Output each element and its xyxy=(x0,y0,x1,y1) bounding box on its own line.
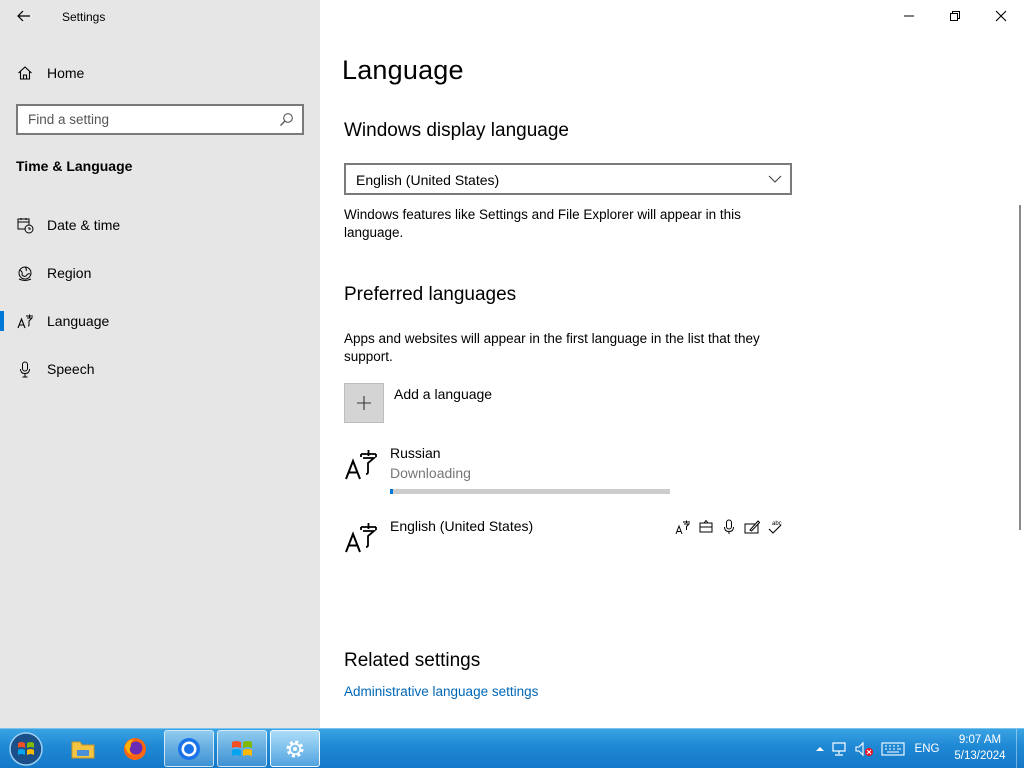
search-input[interactable] xyxy=(18,106,268,133)
plus-icon xyxy=(344,383,384,423)
sidebar-item-speech[interactable]: Speech xyxy=(0,349,320,389)
sidebar-item-label: Date & time xyxy=(47,217,121,233)
display-language-value: English (United States) xyxy=(356,172,500,188)
taskbar-chrome[interactable] xyxy=(164,730,214,767)
sidebar-item-date-time[interactable]: Date & time xyxy=(0,205,320,245)
chrome-icon xyxy=(178,737,200,760)
sidebar-item-label: Home xyxy=(47,65,85,81)
network-icon xyxy=(832,742,846,756)
back-button[interactable] xyxy=(10,6,38,26)
page-title: Language xyxy=(342,55,464,85)
language-feature-icons: abc xyxy=(674,518,784,538)
chevron-up-icon xyxy=(816,747,824,751)
admin-language-settings-link[interactable]: Administrative language settings xyxy=(344,684,538,699)
language-glyph-icon xyxy=(345,523,377,553)
spell-check-icon: abc xyxy=(766,518,784,536)
search-icon xyxy=(280,113,293,126)
taskbar: ENG 9:07 AM 5/13/2024 xyxy=(0,728,1024,768)
folder-icon xyxy=(71,741,95,758)
calendar-clock-icon xyxy=(16,216,34,234)
display-language-description: Windows features like Settings and File … xyxy=(344,207,741,240)
language-item-russian[interactable]: Russian Downloading xyxy=(344,443,794,503)
display-language-dropdown[interactable]: English (United States) xyxy=(344,163,792,195)
sidebar-item-region[interactable]: Region xyxy=(0,253,320,293)
close-button[interactable] xyxy=(978,4,1024,28)
gear-icon xyxy=(286,740,304,757)
clock[interactable]: 9:07 AM 5/13/2024 xyxy=(946,732,1014,764)
download-progress-fill xyxy=(390,489,393,494)
language-status: Downloading xyxy=(390,465,471,481)
sidebar-item-label: Language xyxy=(47,313,110,329)
taskbar-windows[interactable] xyxy=(217,730,267,767)
windows-logo-icon xyxy=(232,740,252,756)
restore-icon xyxy=(950,11,960,21)
language-glyph-icon xyxy=(345,450,377,480)
section-title: Time & Language xyxy=(16,158,133,174)
sidebar-item-label: Region xyxy=(47,265,92,281)
back-arrow-icon xyxy=(17,10,30,22)
taskbar-firefox[interactable] xyxy=(110,730,160,767)
search-box[interactable] xyxy=(16,104,304,135)
windows-start-icon xyxy=(9,732,43,766)
display-language-icon xyxy=(697,518,715,536)
sidebar-item-home[interactable]: Home xyxy=(0,53,320,93)
handwriting-icon xyxy=(743,518,761,536)
language-pack-icon xyxy=(674,518,692,536)
show-desktop-button[interactable] xyxy=(1016,729,1024,768)
home-icon xyxy=(16,64,34,82)
clock-date: 5/13/2024 xyxy=(954,750,1006,762)
sidebar: Settings Home Time & Language Date & tim… xyxy=(0,0,320,728)
taskbar-settings[interactable] xyxy=(270,730,320,767)
show-hidden-icons-button[interactable] xyxy=(814,740,826,758)
microphone-icon xyxy=(16,360,34,378)
preferred-languages-heading: Preferred languages xyxy=(344,284,517,305)
display-language-heading: Windows display language xyxy=(344,120,569,141)
related-settings-heading: Related settings xyxy=(344,650,481,671)
keyboard-icon xyxy=(881,742,905,756)
app-title: Settings xyxy=(62,10,106,24)
speech-icon xyxy=(720,518,738,536)
chevron-down-icon xyxy=(768,175,782,183)
start-button[interactable] xyxy=(6,731,46,767)
globe-icon xyxy=(16,264,34,282)
input-language-indicator[interactable]: ENG xyxy=(914,740,940,758)
touch-keyboard-button[interactable] xyxy=(880,740,906,758)
download-progress-bar xyxy=(390,489,670,494)
language-name: Russian xyxy=(390,445,441,461)
taskbar-file-explorer[interactable] xyxy=(58,730,108,767)
add-language-label: Add a language xyxy=(394,386,493,402)
minimize-icon xyxy=(904,15,914,17)
firefox-icon xyxy=(124,737,146,760)
add-language-button[interactable]: Add a language xyxy=(344,383,544,425)
minimize-button[interactable] xyxy=(886,4,932,28)
preferred-languages-description: Apps and websites will appear in the fir… xyxy=(344,331,760,364)
sidebar-item-label: Speech xyxy=(47,361,95,377)
sidebar-item-language[interactable]: Language xyxy=(0,301,320,341)
volume-tray-button[interactable] xyxy=(854,740,874,758)
language-name: English (United States) xyxy=(390,518,534,534)
close-icon xyxy=(995,10,1007,22)
scrollbar[interactable] xyxy=(1019,205,1021,530)
active-indicator xyxy=(0,311,4,331)
main-content: Language Windows display language Englis… xyxy=(320,0,1024,728)
volume-muted-icon xyxy=(855,741,873,757)
network-tray-button[interactable] xyxy=(830,740,850,758)
language-icon xyxy=(16,312,34,330)
clock-time: 9:07 AM xyxy=(958,734,1002,746)
restore-button[interactable] xyxy=(932,4,978,28)
